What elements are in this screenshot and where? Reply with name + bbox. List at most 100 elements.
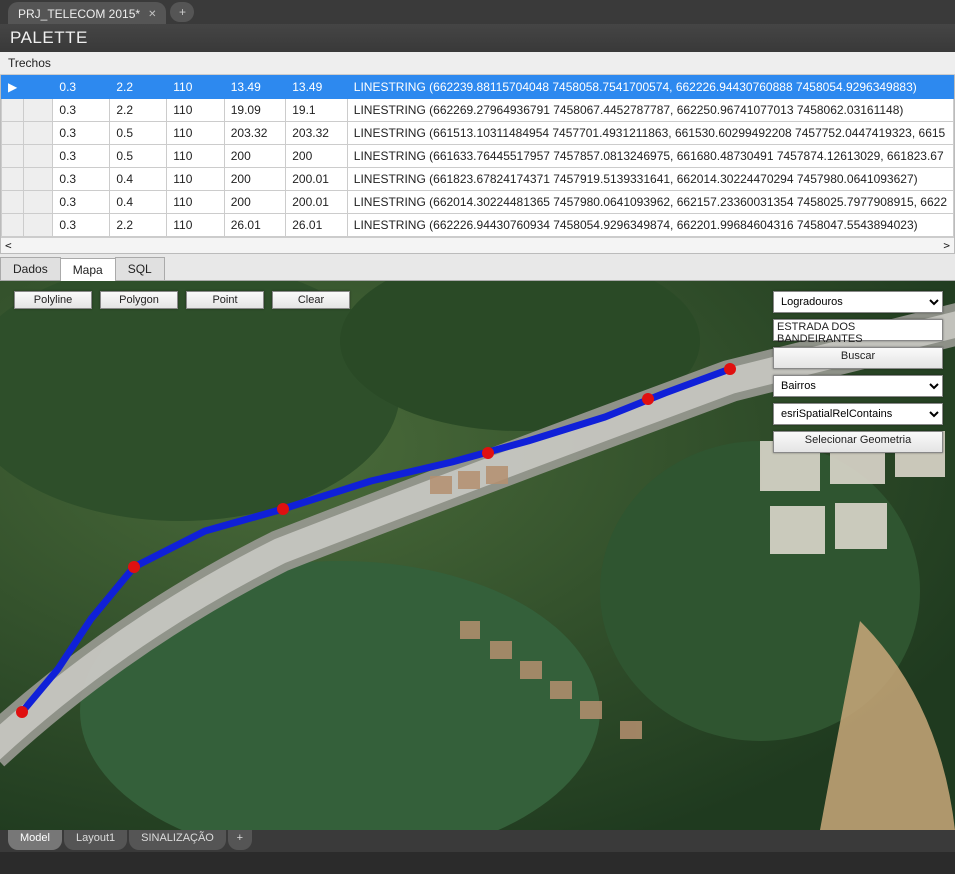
row-indicator [2, 168, 24, 191]
row-handle [24, 168, 53, 191]
group-select[interactable]: Bairros [773, 375, 943, 397]
cell[interactable]: 0.3 [53, 76, 110, 99]
layout-tab-layout1[interactable]: Layout1 [64, 830, 127, 850]
table-row[interactable]: ▶0.32.211013.4913.49LINESTRING (662239.8… [2, 76, 954, 99]
cell[interactable]: 200 [224, 145, 286, 168]
cell[interactable]: 0.3 [53, 122, 110, 145]
row-indicator [2, 122, 24, 145]
layout-tab-sinalização[interactable]: SINALIZAÇÃO [129, 830, 226, 850]
cell[interactable]: 203.32 [286, 122, 348, 145]
data-grid[interactable]: ▶0.32.211013.4913.49LINESTRING (662239.8… [0, 75, 955, 254]
cell[interactable]: 200.01 [286, 191, 348, 214]
cell[interactable]: 200 [286, 145, 348, 168]
map-canvas[interactable]: Polyline Polygon Point Clear Logradouros… [0, 281, 955, 830]
cell[interactable]: 200 [224, 191, 286, 214]
table-row[interactable]: 0.32.211026.0126.01LINESTRING (662226.94… [2, 214, 954, 237]
point-button[interactable]: Point [186, 291, 264, 309]
scroll-left-icon[interactable]: < [1, 239, 16, 252]
tab-dados[interactable]: Dados [0, 257, 61, 280]
cell[interactable]: LINESTRING (662014.30224481365 7457980.0… [347, 191, 953, 214]
cell[interactable]: 0.3 [53, 214, 110, 237]
polyline-button[interactable]: Polyline [14, 291, 92, 309]
cell[interactable]: 110 [167, 191, 224, 214]
polygon-button[interactable]: Polygon [100, 291, 178, 309]
route-node[interactable] [724, 363, 736, 375]
cell[interactable]: 110 [167, 145, 224, 168]
cell[interactable]: LINESTRING (661633.76445517957 7457857.0… [347, 145, 953, 168]
row-handle [24, 99, 53, 122]
select-geometry-button[interactable]: Selecionar Geometria [773, 431, 943, 453]
cell[interactable]: LINESTRING (662239.88115704048 7458058.7… [347, 76, 953, 99]
table-row[interactable]: 0.30.5110203.32203.32LINESTRING (661513.… [2, 122, 954, 145]
row-indicator [2, 145, 24, 168]
route-node[interactable] [16, 706, 28, 718]
cell[interactable]: 0.3 [53, 191, 110, 214]
cell[interactable]: 0.4 [110, 191, 167, 214]
cell[interactable]: 110 [167, 122, 224, 145]
cell[interactable]: 26.01 [286, 214, 348, 237]
table-row[interactable]: 0.30.5110200200LINESTRING (661633.764455… [2, 145, 954, 168]
cell[interactable]: 13.49 [224, 76, 286, 99]
row-handle [24, 191, 53, 214]
search-panel: Logradouros ESTRADA DOS BANDEIRANTES Bus… [773, 291, 943, 453]
cell[interactable]: 110 [167, 168, 224, 191]
scroll-right-icon[interactable]: > [939, 239, 954, 252]
map-toolbar: Polyline Polygon Point Clear [14, 291, 350, 309]
cell[interactable]: LINESTRING (662226.94430760934 7458054.9… [347, 214, 953, 237]
palette-title: PALETTE [0, 24, 955, 52]
cell[interactable]: 19.09 [224, 99, 286, 122]
row-indicator [2, 99, 24, 122]
row-handle [24, 122, 53, 145]
tab-mapa[interactable]: Mapa [60, 258, 116, 281]
route-node[interactable] [642, 393, 654, 405]
search-button[interactable]: Buscar [773, 347, 943, 369]
layer-select[interactable]: Logradouros [773, 291, 943, 313]
tab-sql[interactable]: SQL [115, 257, 165, 280]
add-layout-button[interactable]: + [228, 830, 252, 850]
cell[interactable]: 200.01 [286, 168, 348, 191]
view-tabs: DadosMapaSQL [0, 254, 955, 281]
route-node[interactable] [128, 561, 140, 573]
cell[interactable]: 2.2 [110, 76, 167, 99]
cell[interactable]: 110 [167, 214, 224, 237]
cell[interactable]: 0.5 [110, 145, 167, 168]
cell[interactable]: 203.32 [224, 122, 286, 145]
add-document-button[interactable]: + [170, 2, 194, 22]
close-icon[interactable]: ✕ [148, 9, 156, 20]
cell[interactable]: 0.3 [53, 168, 110, 191]
cell[interactable]: 110 [167, 99, 224, 122]
table-row[interactable]: 0.32.211019.0919.1LINESTRING (662269.279… [2, 99, 954, 122]
section-label-trechos: Trechos [0, 52, 955, 75]
cell[interactable]: 0.3 [53, 99, 110, 122]
cell[interactable]: LINESTRING (661823.67824174371 7457919.5… [347, 168, 953, 191]
document-tab-label: PRJ_TELECOM 2015* [18, 7, 140, 21]
cell[interactable]: 2.2 [110, 214, 167, 237]
row-indicator [2, 191, 24, 214]
row-handle [24, 145, 53, 168]
cell[interactable]: 13.49 [286, 76, 348, 99]
document-tabbar: PRJ_TELECOM 2015* ✕ + [0, 0, 955, 24]
cell[interactable]: 19.1 [286, 99, 348, 122]
cell[interactable]: LINESTRING (662269.27964936791 7458067.4… [347, 99, 953, 122]
cell[interactable]: LINESTRING (661513.10311484954 7457701.4… [347, 122, 953, 145]
cell[interactable]: 26.01 [224, 214, 286, 237]
cell[interactable]: 0.5 [110, 122, 167, 145]
street-input[interactable]: ESTRADA DOS BANDEIRANTES [773, 319, 943, 341]
cell[interactable]: 0.3 [53, 145, 110, 168]
row-handle [24, 76, 53, 99]
route-node[interactable] [277, 503, 289, 515]
spatial-rel-select[interactable]: esriSpatialRelContains [773, 403, 943, 425]
layout-tabbar: ModelLayout1SINALIZAÇÃO+ [0, 830, 955, 852]
cell[interactable]: 110 [167, 76, 224, 99]
table-row[interactable]: 0.30.4110200200.01LINESTRING (662014.302… [2, 191, 954, 214]
document-tab-active[interactable]: PRJ_TELECOM 2015* ✕ [8, 2, 166, 24]
route-node[interactable] [482, 447, 494, 459]
row-indicator [2, 214, 24, 237]
horizontal-scrollbar[interactable]: < > [1, 237, 954, 253]
cell[interactable]: 200 [224, 168, 286, 191]
table-row[interactable]: 0.30.4110200200.01LINESTRING (661823.678… [2, 168, 954, 191]
cell[interactable]: 2.2 [110, 99, 167, 122]
cell[interactable]: 0.4 [110, 168, 167, 191]
layout-tab-model[interactable]: Model [8, 830, 62, 850]
clear-button[interactable]: Clear [272, 291, 350, 309]
